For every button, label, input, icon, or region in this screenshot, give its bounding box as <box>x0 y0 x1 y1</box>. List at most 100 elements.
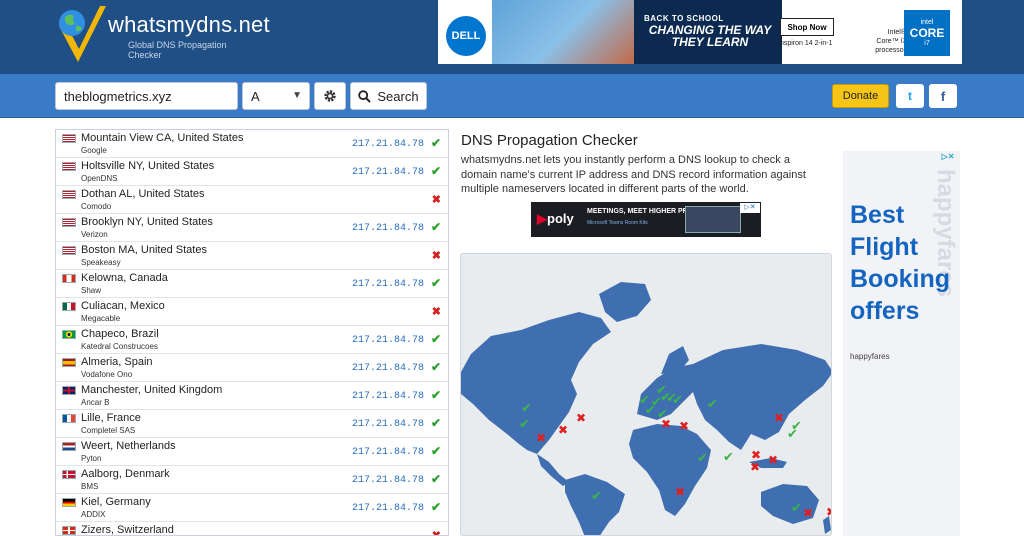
result-row[interactable]: Aalborg, Denmark BMS 217.21.84.78 ✔ <box>56 466 448 494</box>
facebook-icon: f <box>940 88 946 104</box>
result-location: Culiacan, Mexico <box>81 300 165 312</box>
map-check-icon: ✔ <box>672 393 683 408</box>
search-button[interactable]: Search <box>350 82 427 110</box>
donate-button[interactable]: Donate <box>832 84 889 108</box>
result-location: Boston MA, United States <box>81 244 207 256</box>
map-cross-icon: ✖ <box>675 485 685 499</box>
result-location: Dothan AL, United States <box>81 188 205 200</box>
flag-fr-icon <box>62 414 76 423</box>
map-cross-icon: ✖ <box>768 453 778 467</box>
result-row[interactable]: Chapeco, Brazil Katedral Construcoes 217.2… <box>56 326 448 354</box>
map-cross-icon: ✖ <box>750 460 760 474</box>
result-provider: Katedral Construcoes <box>81 342 158 351</box>
result-location: Mountain View CA, United States <box>81 132 244 144</box>
result-provider: OpenDNS <box>81 174 118 183</box>
settings-button[interactable] <box>314 82 346 110</box>
flag-mx-icon <box>62 302 76 311</box>
poly-ad-subline: Microsoft Teams Room Kits <box>587 220 648 226</box>
flag-us-icon <box>62 190 76 199</box>
ad-shop-now-button[interactable]: Shop Now <box>780 18 834 36</box>
check-icon: ✔ <box>430 388 441 402</box>
result-ip[interactable]: 217.21.84.78 <box>352 391 424 402</box>
result-row[interactable]: Almeria, Spain Vodafone Ono 217.21.84.78 ✔ <box>56 354 448 382</box>
result-provider: Ancar B <box>81 398 110 407</box>
map-cross-icon: ✖ <box>826 505 832 519</box>
search-toolbar: A ▼ Search Donate t f <box>0 74 1024 118</box>
gear-icon <box>324 90 336 102</box>
result-ip[interactable]: 217.21.84.78 <box>352 167 424 178</box>
facebook-share-button[interactable]: f <box>929 84 957 108</box>
result-provider: Vodafone Ono <box>81 370 133 379</box>
record-type-value: A <box>251 89 260 104</box>
result-ip[interactable]: 217.21.84.78 <box>352 139 424 150</box>
poly-ad-image <box>685 206 741 233</box>
ad-headline: CHANGING THE WAY THEY LEARN <box>648 23 772 49</box>
map-cross-icon: ✖ <box>803 506 813 520</box>
result-row[interactable]: Manchester, United Kingdom Ancar B 217.21.… <box>56 382 448 410</box>
site-logo[interactable]: whatsmydns.net Global DNS Propagation Ch… <box>56 2 270 66</box>
result-ip[interactable]: 217.21.84.78 <box>352 475 424 486</box>
result-ip[interactable]: 217.21.84.78 <box>352 279 424 290</box>
result-location: Zizers, Switzerland <box>81 524 174 536</box>
result-ip[interactable]: 217.21.84.78 <box>352 223 424 234</box>
result-ip[interactable]: 217.21.84.78 <box>352 419 424 430</box>
flag-us-icon <box>62 246 76 255</box>
map-check-icon: ✔ <box>519 417 530 432</box>
chevron-down-icon: ▼ <box>292 90 302 101</box>
result-provider: Verizon <box>81 230 108 239</box>
ad-choices-icon[interactable]: ▷✕ <box>937 152 959 163</box>
ad-product: Inspiron 14 2-in-1 <box>778 40 833 47</box>
flag-ca-icon <box>62 274 76 283</box>
result-ip[interactable]: 217.21.84.78 <box>352 335 424 346</box>
result-location: Chapeco, Brazil <box>81 328 159 340</box>
page-description: whatsmydns.net lets you instantly perfor… <box>461 154 806 195</box>
check-icon: ✔ <box>430 500 441 514</box>
twitter-share-button[interactable]: t <box>896 84 924 108</box>
result-row[interactable]: Dothan AL, United States Comodo ✖ <box>56 186 448 214</box>
ad-choices-icon[interactable]: ▷✕ <box>740 203 760 213</box>
flag-nl-icon <box>62 442 76 451</box>
result-provider: Completel SAS <box>81 426 136 435</box>
map-cross-icon: ✖ <box>774 411 784 425</box>
record-type-select[interactable]: A ▼ <box>242 82 310 110</box>
flag-us-icon <box>62 162 76 171</box>
domain-input[interactable] <box>55 82 238 110</box>
result-provider: Speakeasy <box>81 258 121 267</box>
result-location: Kelowna, Canada <box>81 272 168 284</box>
result-row[interactable]: Brooklyn NY, United States Verizon 217.21.… <box>56 214 448 242</box>
poly-banner-ad[interactable]: ▶poly MEETINGS, MEET HIGHER PRODUCTIVITY… <box>531 202 761 237</box>
result-location: Aalborg, Denmark <box>81 468 170 480</box>
result-row[interactable]: Boston MA, United States Speakeasy ✖ <box>56 242 448 270</box>
right-sidebar-ad[interactable]: happyfares ▷✕ Best Flight Booking offers… <box>843 151 960 536</box>
result-provider: Pyton <box>81 454 102 463</box>
intel-badge-brand: intel <box>920 19 934 26</box>
poly-logo: ▶poly <box>537 211 574 226</box>
result-row[interactable]: Weert, Netherlands Pyton 217.21.84.78 ✔ <box>56 438 448 466</box>
result-provider: Shaw <box>81 286 102 295</box>
flag-us-icon <box>62 218 76 227</box>
result-row[interactable]: Kiel, Germany ADDIX 217.21.84.78 ✔ <box>56 494 448 522</box>
search-button-label: Search <box>377 88 419 104</box>
result-row[interactable]: Holtsville NY, United States OpenDNS 217.2… <box>56 158 448 186</box>
check-icon: ✔ <box>430 360 441 374</box>
result-provider: Megacable <box>81 314 121 323</box>
result-ip[interactable]: 217.21.84.78 <box>352 503 424 514</box>
result-provider: BMS <box>81 482 99 491</box>
ad-eyebrow: BACK TO SCHOOL <box>644 14 724 23</box>
twitter-icon: t <box>908 89 912 103</box>
result-row[interactable]: Lille, France Completel SAS 217.21.84.78 ✔ <box>56 410 448 438</box>
result-ip[interactable]: 217.21.84.78 <box>352 363 424 374</box>
site-name: whatsmydns.net <box>108 12 270 37</box>
cross-icon: ✖ <box>431 194 441 206</box>
map-check-icon: ✔ <box>791 501 802 516</box>
result-row[interactable]: Mountain View CA, United States Google 217… <box>56 130 448 158</box>
top-banner-ad[interactable]: DELL BACK TO SCHOOL CHANGING THE WAY THE… <box>438 0 962 64</box>
result-row[interactable]: Zizers, Switzerland ✖ <box>56 522 448 536</box>
result-ip[interactable]: 217.21.84.78 <box>352 447 424 458</box>
world-map: ✔✔✔✔✔✔✔✔✔✔✔✔✔✔✔✔✔ ✖✖✖✖✖✖✖✖✖✖✖✖ <box>461 282 832 535</box>
map-cross-icon: ✖ <box>679 419 689 433</box>
results-list: Mountain View CA, United States Google 217… <box>55 129 449 536</box>
result-row[interactable]: Culiacan, Mexico Megacable ✖ <box>56 298 448 326</box>
result-row[interactable]: Kelowna, Canada Shaw 217.21.84.78 ✔ <box>56 270 448 298</box>
flag-gb-icon <box>62 386 76 395</box>
